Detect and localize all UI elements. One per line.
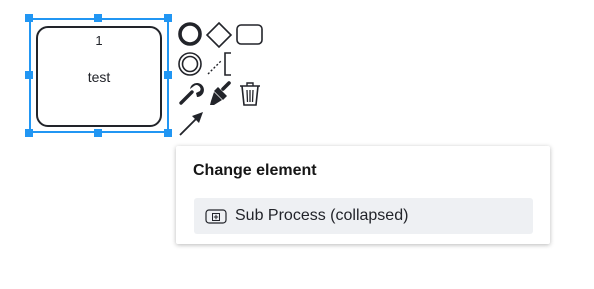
diagram-canvas[interactable]: 1 test Change element Sub Process (colla… <box>0 0 594 289</box>
paintbrush-icon[interactable] <box>206 81 234 109</box>
popup-entry-sub-process-collapsed[interactable]: Sub Process (collapsed) <box>194 198 533 234</box>
resize-handle-bottom[interactable] <box>94 129 102 137</box>
task-label: test <box>87 69 111 85</box>
task-element[interactable]: 1 test <box>36 26 162 127</box>
resize-handle-top[interactable] <box>94 14 102 22</box>
popup-entry-label: Sub Process (collapsed) <box>235 207 409 224</box>
intermediate-event-icon[interactable] <box>177 51 205 79</box>
resize-handle-top-left[interactable] <box>25 14 33 22</box>
end-event-icon[interactable] <box>177 21 205 49</box>
task-icon[interactable] <box>235 21 263 49</box>
trash-icon[interactable] <box>237 81 265 109</box>
popup-title: Change element <box>193 162 317 179</box>
resize-handle-top-right[interactable] <box>164 14 172 22</box>
resize-handle-bottom-right[interactable] <box>164 129 172 137</box>
change-element-popup: Change element Sub Process (collapsed) <box>176 146 550 244</box>
connect-arrow-icon[interactable] <box>177 110 205 138</box>
collapsed-subprocess-icon <box>205 209 227 229</box>
text-annotation-icon[interactable] <box>205 51 233 79</box>
wrench-icon[interactable] <box>177 81 205 109</box>
resize-handle-right[interactable] <box>164 71 172 79</box>
resize-handle-left[interactable] <box>25 71 33 79</box>
task-number: 1 <box>95 33 103 48</box>
gateway-icon[interactable] <box>205 21 233 49</box>
resize-handle-bottom-left[interactable] <box>25 129 33 137</box>
